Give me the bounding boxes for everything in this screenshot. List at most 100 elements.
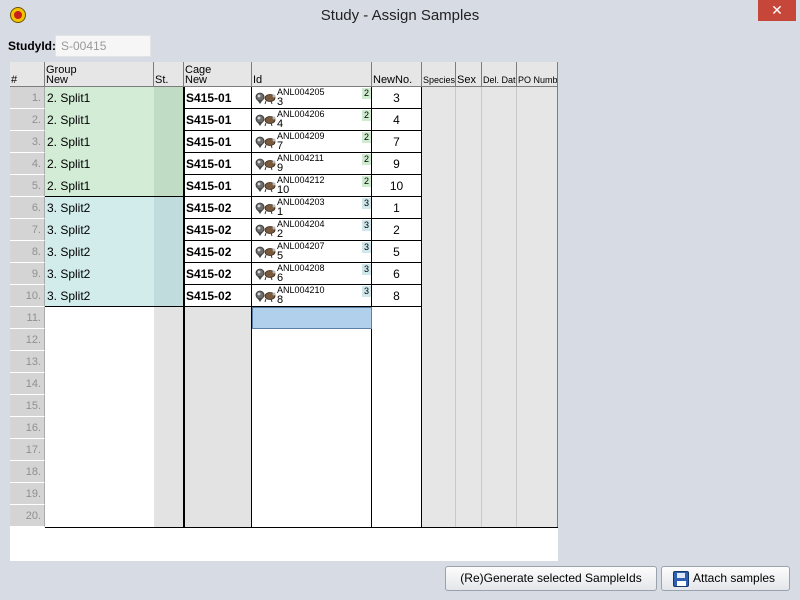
deldate-cell[interactable] [482,329,517,351]
sample-id-cell[interactable] [252,395,372,417]
sample-id-cell[interactable] [252,505,372,527]
newno-cell[interactable] [372,329,422,351]
newno-cell[interactable]: 1 [372,197,422,219]
deldate-cell[interactable] [482,197,517,219]
status-cell[interactable] [154,87,184,109]
selected-cell[interactable] [252,307,372,329]
sex-cell[interactable] [456,417,482,439]
species-cell[interactable] [422,241,456,263]
species-cell[interactable] [422,351,456,373]
sex-cell[interactable] [456,153,482,175]
species-cell[interactable] [422,483,456,505]
sample-id-cell[interactable] [252,417,372,439]
ponumber-cell[interactable] [517,461,558,483]
table-row[interactable]: 7. 3. Split2 S415-02 ANL004204 2 3 2 [10,219,558,241]
ponumber-cell[interactable] [517,175,558,197]
deldate-cell[interactable] [482,241,517,263]
sex-cell[interactable] [456,241,482,263]
group-cell[interactable]: 3. Split2 [45,219,154,241]
sex-cell[interactable] [456,219,482,241]
cage-cell[interactable]: S415-01 [184,153,252,175]
status-cell[interactable] [154,439,184,461]
cage-cell[interactable] [184,505,252,527]
group-cell[interactable] [45,505,154,527]
cage-cell[interactable]: S415-02 [184,197,252,219]
newno-cell[interactable]: 6 [372,263,422,285]
sex-cell[interactable] [456,109,482,131]
ponumber-cell[interactable] [517,87,558,109]
sex-cell[interactable] [456,285,482,307]
group-cell[interactable] [45,483,154,505]
ponumber-cell[interactable] [517,439,558,461]
status-cell[interactable] [154,131,184,153]
sample-id-cell[interactable]: ANL004210 8 3 [252,285,372,307]
status-cell[interactable] [154,109,184,131]
sex-cell[interactable] [456,87,482,109]
cage-cell[interactable] [184,417,252,439]
status-cell[interactable] [154,285,184,307]
ponumber-cell[interactable] [517,241,558,263]
ponumber-cell[interactable] [517,483,558,505]
status-cell[interactable] [154,263,184,285]
newno-cell[interactable]: 5 [372,241,422,263]
newno-cell[interactable] [372,417,422,439]
table-row[interactable]: 10. 3. Split2 S415-02 ANL004210 8 3 8 [10,285,558,307]
table-row[interactable]: 13. [10,351,558,373]
table-row[interactable]: 18. [10,461,558,483]
ponumber-cell[interactable] [517,417,558,439]
species-cell[interactable] [422,87,456,109]
header-species[interactable]: Species [422,62,456,87]
ponumber-cell[interactable] [517,263,558,285]
status-cell[interactable] [154,219,184,241]
ponumber-cell[interactable] [517,307,558,329]
deldate-cell[interactable] [482,439,517,461]
status-cell[interactable] [154,505,184,527]
cage-cell[interactable] [184,483,252,505]
sample-id-cell[interactable]: ANL004204 2 3 [252,219,372,241]
sample-id-cell[interactable]: ANL004207 5 3 [252,241,372,263]
group-cell[interactable]: 3. Split2 [45,197,154,219]
cage-cell[interactable] [184,373,252,395]
table-row[interactable]: 17. [10,439,558,461]
cage-cell[interactable]: S415-02 [184,285,252,307]
sample-id-cell[interactable]: ANL004206 4 2 [252,109,372,131]
species-cell[interactable] [422,131,456,153]
sample-id-cell[interactable]: ANL004212 10 2 [252,175,372,197]
cage-cell[interactable]: S415-01 [184,131,252,153]
newno-cell[interactable] [372,461,422,483]
status-cell[interactable] [154,417,184,439]
table-row[interactable]: 1. 2. Split1 S415-01 ANL004205 3 2 3 [10,87,558,109]
group-cell[interactable]: 3. Split2 [45,241,154,263]
status-cell[interactable] [154,197,184,219]
status-cell[interactable] [154,329,184,351]
sex-cell[interactable] [456,175,482,197]
group-cell[interactable] [45,307,154,329]
table-row[interactable]: 15. [10,395,558,417]
sample-id-cell[interactable] [252,483,372,505]
header-deldate[interactable]: Del. Date [482,62,517,87]
deldate-cell[interactable] [482,417,517,439]
ponumber-cell[interactable] [517,329,558,351]
group-cell[interactable]: 2. Split1 [45,109,154,131]
sex-cell[interactable] [456,439,482,461]
species-cell[interactable] [422,417,456,439]
header-cage[interactable]: Cage New [184,62,252,87]
cage-cell[interactable]: S415-01 [184,175,252,197]
newno-cell[interactable]: 2 [372,219,422,241]
table-row[interactable]: 5. 2. Split1 S415-01 ANL004212 10 2 10 [10,175,558,197]
table-row[interactable]: 8. 3. Split2 S415-02 ANL004207 5 3 5 [10,241,558,263]
deldate-cell[interactable] [482,505,517,527]
cage-cell[interactable]: S415-01 [184,109,252,131]
table-row[interactable]: 12. [10,329,558,351]
group-cell[interactable] [45,329,154,351]
table-row[interactable]: 9. 3. Split2 S415-02 ANL004208 6 3 6 [10,263,558,285]
table-row[interactable]: 19. [10,483,558,505]
header-newno[interactable]: NewNo. [372,62,422,87]
close-button[interactable]: ✕ [758,0,796,21]
group-cell[interactable]: 3. Split2 [45,263,154,285]
species-cell[interactable] [422,461,456,483]
table-row[interactable]: 4. 2. Split1 S415-01 ANL004211 9 2 9 [10,153,558,175]
sex-cell[interactable] [456,131,482,153]
table-row[interactable]: 3. 2. Split1 S415-01 ANL004209 7 2 7 [10,131,558,153]
cage-cell[interactable] [184,395,252,417]
